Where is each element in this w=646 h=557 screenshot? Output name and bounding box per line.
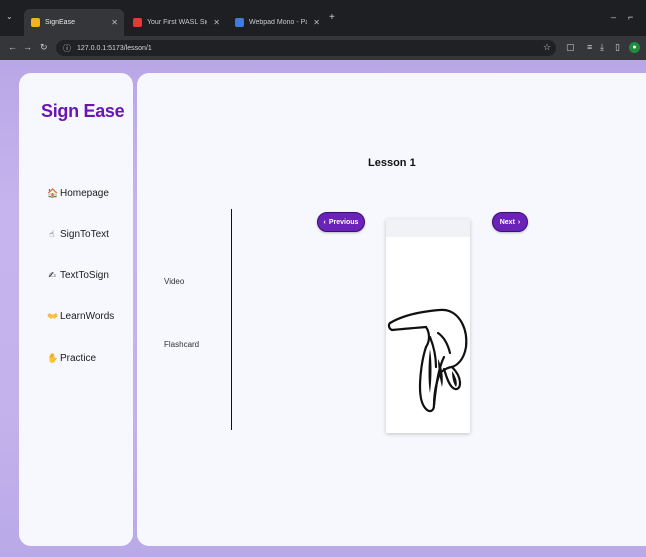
extensions-icon[interactable]: ≡	[587, 42, 592, 52]
sidebar-item-label: TextToSign	[60, 270, 109, 281]
next-button-label: Next	[499, 218, 515, 226]
chevron-left-icon: ‹	[323, 218, 326, 226]
text-sign-icon: ✍	[48, 270, 56, 280]
profile-avatar-icon[interactable]: ●	[629, 42, 640, 53]
minimize-button[interactable]: –	[611, 12, 616, 22]
hand-pointing-icon: ☝	[49, 229, 55, 239]
learn-words-icon: 👐	[47, 311, 59, 321]
sidebar-item-label: Homepage	[60, 188, 109, 199]
brand-logo[interactable]: Sign Ease	[41, 101, 125, 122]
flashcard-header	[386, 219, 470, 237]
home-icon: 🏠	[47, 188, 59, 198]
lesson-panel: Lesson 1 Video Flashcard ‹ Previous Next…	[137, 73, 646, 546]
sidebar-item-label: LearnWords	[60, 311, 115, 322]
bookmark-star-icon[interactable]: ☆	[543, 42, 551, 53]
new-tab-button[interactable]: +	[329, 12, 335, 23]
back-arrow-icon[interactable]: ←	[8, 42, 17, 52]
hand-sign-image	[387, 308, 468, 413]
restore-button[interactable]: ⌐	[628, 12, 633, 22]
tab-copy-icon[interactable]: ▢	[566, 42, 575, 53]
reload-icon[interactable]: ↻	[40, 42, 48, 53]
option-flashcard[interactable]: Flashcard	[164, 340, 199, 349]
page-title: Lesson 1	[368, 157, 416, 169]
address-bar[interactable]: ⓘ 127.0.0.1:5173/lesson/1	[56, 40, 556, 56]
previous-button-label: Previous	[328, 218, 359, 226]
practice-icon: ✋	[47, 353, 59, 363]
youtube-favicon-icon	[133, 18, 142, 27]
tab-title: Your First WASL Sign (Intro)	[147, 19, 207, 26]
signease-favicon-icon	[31, 18, 40, 27]
previous-button[interactable]: ‹ Previous	[317, 212, 365, 232]
next-button[interactable]: Next ›	[492, 212, 528, 232]
sidebar-item-texttosign[interactable]: ✍ TextToSign	[47, 270, 109, 281]
close-tab-icon[interactable]: ✕	[111, 18, 118, 27]
sidebar-item-homepage[interactable]: 🏠 Homepage	[47, 188, 109, 199]
sidebar-item-practice[interactable]: ✋ Practice	[47, 353, 96, 364]
tab-search-dropdown-icon[interactable]: ⌄	[6, 12, 13, 21]
browser-tab-youtube[interactable]: Your First WASL Sign (Intro) ✕	[126, 9, 226, 36]
vertical-divider	[231, 209, 232, 430]
forward-arrow-icon[interactable]: →	[23, 42, 32, 52]
sidebar: Sign Ease 🏠 Homepage ☝ SignToText ✍ Text…	[19, 73, 133, 546]
webpad-favicon-icon	[235, 18, 244, 27]
download-icon[interactable]: ⤓	[600, 42, 604, 53]
side-panel-icon[interactable]: ▯	[615, 42, 620, 53]
sidebar-item-label: Practice	[60, 353, 97, 364]
browser-tab-webpad[interactable]: Webpad Mono - Paginated ✕	[228, 9, 326, 36]
site-info-icon[interactable]: ⓘ	[63, 43, 71, 54]
address-url: 127.0.0.1:5173/lesson/1	[77, 44, 152, 52]
chevron-right-icon: ›	[517, 218, 521, 226]
page-viewport: Sign Ease 🏠 Homepage ☝ SignToText ✍ Text…	[0, 60, 646, 557]
browser-toolbar: ← → ↻ ⓘ 127.0.0.1:5173/lesson/1 ☆ ▢ ≡ ⤓ …	[0, 36, 646, 60]
sidebar-item-signtotext[interactable]: ☝ SignToText	[47, 229, 109, 240]
close-tab-icon[interactable]: ✕	[213, 18, 220, 27]
tab-title: SignEase	[45, 19, 75, 26]
flashcard[interactable]	[386, 219, 470, 433]
option-video[interactable]: Video	[164, 277, 184, 286]
sidebar-item-label: SignToText	[60, 229, 109, 240]
tab-title: Webpad Mono - Paginated	[249, 19, 308, 26]
close-tab-icon[interactable]: ✕	[313, 18, 320, 27]
browser-tabbar: ⌄ SignEase ✕ Your First WASL Sign (Intro…	[0, 0, 646, 36]
sidebar-item-learnwords[interactable]: 👐 LearnWords	[47, 311, 114, 322]
browser-tab-signease[interactable]: SignEase ✕	[24, 9, 124, 36]
